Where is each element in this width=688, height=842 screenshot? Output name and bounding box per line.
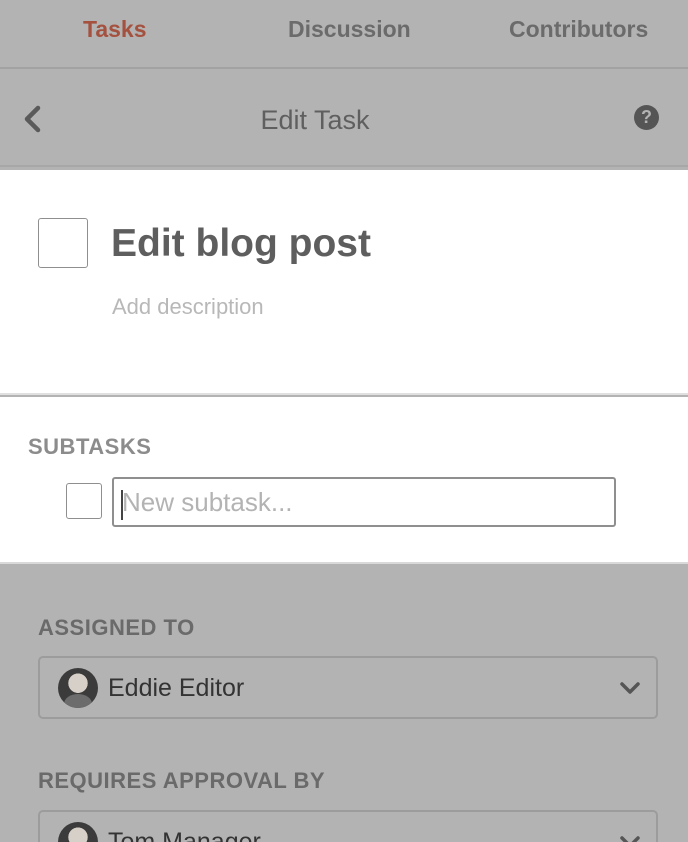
subtasks-label: SUBTASKS [28, 434, 152, 459]
new-subtask-input[interactable] [112, 477, 616, 527]
page-title: Edit Task [260, 105, 370, 135]
task-card: Edit blog post Add description [0, 170, 688, 395]
subtasks-section: SUBTASKS [0, 397, 688, 564]
tab-contributors[interactable]: Contributors [509, 16, 648, 43]
text-caret [121, 490, 123, 520]
chevron-down-icon [620, 836, 640, 842]
requires-approval-label: REQUIRES APPROVAL BY [38, 768, 326, 793]
page-header: Edit Task ? [0, 71, 688, 167]
chevron-down-icon [620, 682, 640, 694]
tab-discussion[interactable]: Discussion [288, 16, 411, 43]
requires-approval-select[interactable]: Tom Manager [38, 810, 658, 842]
assigned-to-label: ASSIGNED TO [38, 615, 195, 640]
question-circle-icon[interactable]: ? [634, 105, 659, 130]
avatar [58, 668, 98, 708]
requires-approval-value: Tom Manager [108, 828, 261, 842]
assigned-to-select[interactable]: Eddie Editor [38, 656, 658, 719]
task-description[interactable]: Add description [112, 294, 264, 320]
task-complete-checkbox[interactable] [38, 218, 88, 268]
avatar [58, 822, 98, 842]
tab-bar: Tasks Discussion Contributors [0, 0, 688, 69]
task-title[interactable]: Edit blog post [111, 222, 371, 266]
new-subtask-checkbox[interactable] [66, 483, 102, 519]
assigned-to-value: Eddie Editor [108, 674, 245, 702]
tab-tasks[interactable]: Tasks [83, 16, 147, 43]
